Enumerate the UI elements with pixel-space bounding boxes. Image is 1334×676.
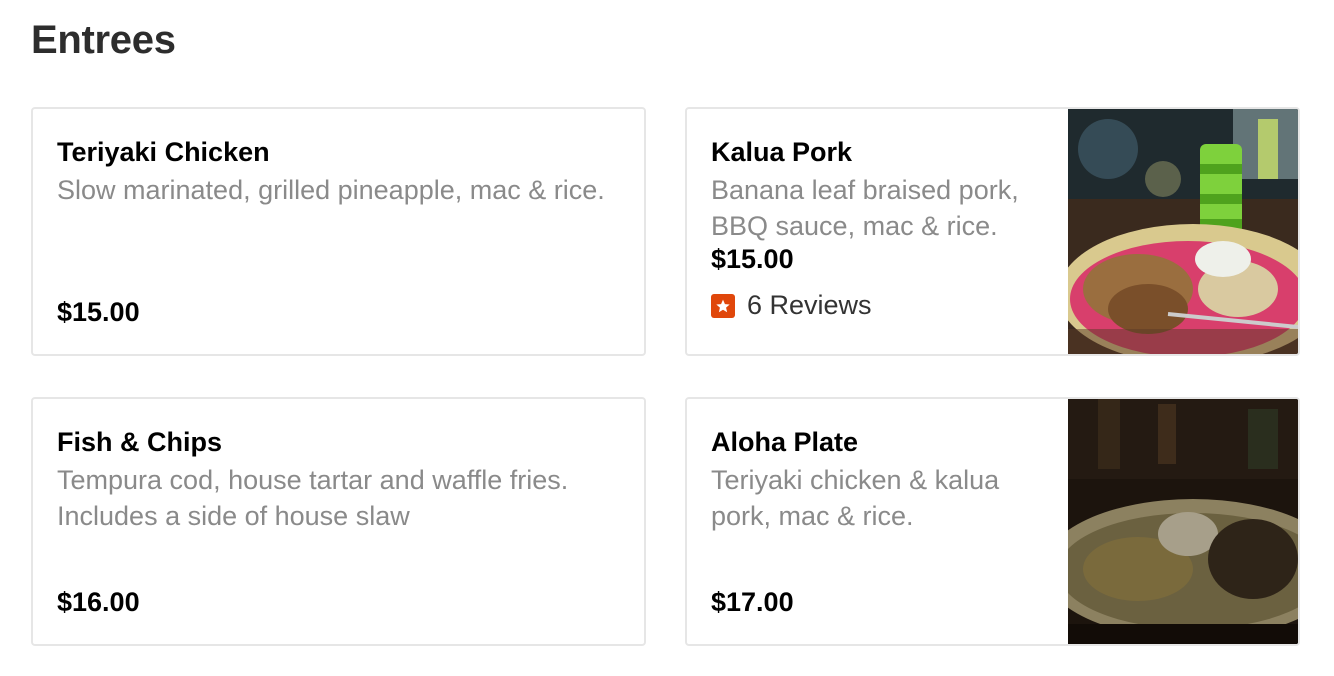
star-icon [711,293,735,318]
menu-item-name: Fish & Chips [57,427,223,457]
food-photo[interactable] [1068,109,1298,354]
menu-item-description: Tempura cod, house tartar and waffle fri… [57,465,569,531]
menu-item-card[interactable]: Kalua Pork Banana leaf braised pork, BBQ… [685,107,1300,356]
menu-item-card[interactable]: Teriyaki Chicken Slow marinated, grilled… [31,107,646,356]
menu-item-card[interactable]: Fish & Chips Tempura cod, house tartar a… [31,397,646,646]
menu-item-price: $15.00 [711,244,794,274]
menu-item-name: Aloha Plate [711,427,859,457]
menu-item-description: Banana leaf braised pork, BBQ sauce, mac… [711,175,1019,241]
menu-item-text: Fish & Chips Tempura cod, house tartar a… [57,425,620,644]
menu-item-price: $17.00 [711,587,794,617]
reviews-link[interactable]: 6 Reviews [711,290,1043,321]
menu-item-name: Teriyaki Chicken [57,137,270,167]
reviews-count: 6 Reviews [747,290,872,320]
section-title: Entrees [31,18,176,62]
menu-item-text: Kalua Pork Banana leaf braised pork, BBQ… [711,135,1043,354]
menu-item-price: $16.00 [57,587,140,617]
food-photo[interactable] [1068,399,1298,644]
menu-item-price: $15.00 [57,297,140,327]
menu-item-text: Teriyaki Chicken Slow marinated, grilled… [57,135,620,354]
menu-item-description: Teriyaki chicken & kalua pork, mac & ric… [711,465,1000,531]
menu-item-description: Slow marinated, grilled pineapple, mac &… [57,175,605,205]
menu-item-name: Kalua Pork [711,137,853,167]
menu-item-card[interactable]: Aloha Plate Teriyaki chicken & kalua por… [685,397,1300,646]
